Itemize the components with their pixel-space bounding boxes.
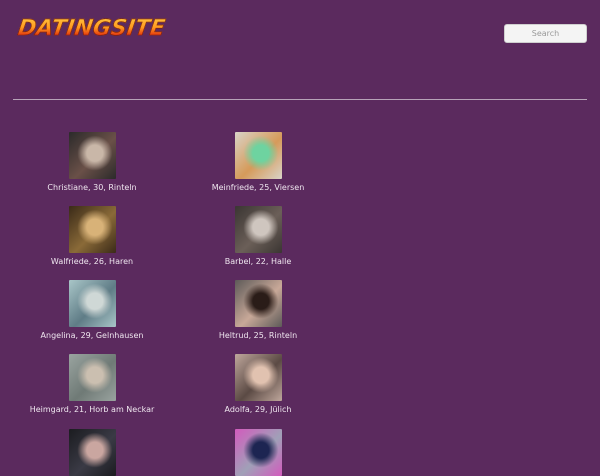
profile-photo[interactable]	[68, 280, 116, 327]
profile-photo[interactable]	[234, 280, 282, 327]
profile-caption[interactable]: Adolfa, 29, Jülich	[183, 405, 333, 414]
profile-card[interactable]: Heimgard, 21, Horb am Neckar	[17, 354, 167, 414]
profile-card[interactable]	[183, 429, 333, 476]
profile-photo[interactable]	[68, 206, 116, 253]
profile-photo[interactable]	[234, 429, 282, 476]
site-header: DATINGSITE	[0, 0, 600, 100]
profile-photo[interactable]	[68, 354, 116, 401]
profile-photo[interactable]	[234, 206, 282, 253]
site-logo[interactable]: DATINGSITE	[16, 14, 167, 44]
profile-photo[interactable]	[68, 132, 116, 179]
profile-photo[interactable]	[234, 132, 282, 179]
profile-card[interactable]: Adolfa, 29, Jülich	[183, 354, 333, 414]
profile-card[interactable]: Angelina, 29, Gelnhausen	[17, 280, 167, 340]
profile-card[interactable]	[17, 429, 167, 476]
profile-caption[interactable]: Christiane, 30, Rinteln	[17, 183, 167, 192]
profile-photo[interactable]	[234, 354, 282, 401]
profile-photo[interactable]	[68, 429, 116, 476]
profile-caption[interactable]: Heimgard, 21, Horb am Neckar	[17, 405, 167, 414]
profile-caption[interactable]: Heltrud, 25, Rinteln	[183, 331, 333, 340]
profile-caption[interactable]: Meinfriede, 25, Viersen	[183, 183, 333, 192]
profile-card[interactable]: Christiane, 30, Rinteln	[17, 132, 167, 192]
profile-card[interactable]: Meinfriede, 25, Viersen	[183, 132, 333, 192]
profile-card[interactable]: Barbel, 22, Halle	[183, 206, 333, 266]
profile-card[interactable]: Heltrud, 25, Rinteln	[183, 280, 333, 340]
profile-caption[interactable]: Walfriede, 26, Haren	[17, 257, 167, 266]
search-input[interactable]	[504, 24, 587, 43]
profile-caption[interactable]: Barbel, 22, Halle	[183, 257, 333, 266]
header-divider	[13, 99, 587, 100]
profile-card[interactable]: Walfriede, 26, Haren	[17, 206, 167, 266]
profile-caption[interactable]: Angelina, 29, Gelnhausen	[17, 331, 167, 340]
